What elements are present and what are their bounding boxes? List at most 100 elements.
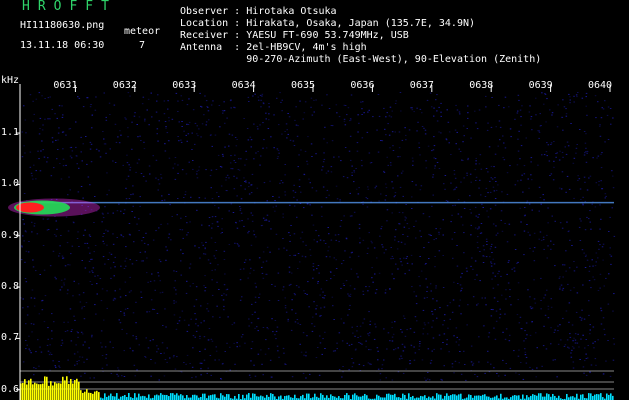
signal-bar (228, 394, 230, 400)
signal-bar (82, 392, 84, 400)
signal-bar (438, 394, 440, 400)
signal-bar (610, 393, 612, 400)
signal-bar (332, 395, 334, 400)
signal-bar (256, 396, 258, 400)
signal-bar (302, 394, 304, 400)
signal-bar (348, 395, 350, 400)
y-tick-label: 1.1 (1, 127, 20, 139)
signal-bar (104, 393, 106, 400)
x-tick-label: 0632 (112, 80, 137, 91)
signal-bar (24, 379, 26, 400)
signal-bar (80, 390, 82, 400)
signal-bar (592, 395, 594, 400)
signal-bar (156, 394, 158, 400)
signal-bar (140, 396, 142, 400)
signal-bar (596, 394, 598, 400)
signal-bar (86, 389, 88, 400)
y-tick-label: 0.8 (1, 281, 20, 293)
signal-bar (598, 394, 600, 400)
signal-bar (92, 393, 94, 400)
signal-bar (580, 394, 582, 400)
signal-bar (134, 393, 136, 400)
signal-bar (160, 393, 162, 400)
signal-bar (280, 395, 282, 400)
signal-bar (54, 382, 56, 400)
signal-bar (516, 395, 518, 400)
signal-bar (144, 396, 146, 400)
signal-bar (58, 383, 60, 400)
signal-bar (606, 393, 608, 400)
signal-bar (588, 393, 590, 400)
signal-bar (412, 395, 414, 400)
carrier-line (20, 201, 614, 204)
signal-bar (344, 394, 346, 400)
signal-bar (274, 396, 276, 400)
x-tick-label: 0636 (350, 80, 375, 91)
signal-bar (484, 394, 486, 400)
signal-bar (554, 395, 556, 400)
y-axis-label: kHz (1, 75, 20, 86)
signal-bar (474, 395, 476, 400)
signal-bar (448, 395, 450, 400)
signal-bar (346, 393, 348, 400)
signal-bar (394, 393, 396, 400)
signal-bar (234, 395, 236, 400)
signal-bar (386, 393, 388, 400)
signal-bar (548, 394, 550, 400)
signal-bar (594, 394, 596, 400)
signal-bar (358, 396, 360, 400)
signal-bar (388, 393, 390, 400)
signal-bar (66, 376, 68, 400)
signal-bar (458, 394, 460, 400)
x-tick-label: 0631 (53, 80, 78, 91)
signal-bar (558, 395, 560, 400)
signal-bar (192, 394, 194, 400)
signal-bar (420, 395, 422, 400)
x-tick-label: 0635 (291, 80, 316, 91)
signal-bar (40, 384, 42, 400)
signal-bar (494, 396, 496, 400)
signal-bar (408, 393, 410, 400)
signal-bar (108, 395, 110, 400)
signal-bar (50, 381, 52, 400)
signal-bar (64, 380, 66, 400)
signal-bar (262, 396, 264, 400)
signal-bar (176, 393, 178, 400)
signal-bar (334, 396, 336, 400)
signal-bar (534, 394, 536, 400)
x-tick-label: 0639 (528, 80, 553, 91)
signal-bar (166, 394, 168, 400)
signal-bar (124, 394, 126, 400)
signal-bar (208, 395, 210, 400)
signal-bar (366, 395, 368, 400)
signal-bar (68, 383, 70, 400)
signal-bar (158, 395, 160, 400)
signal-bar (354, 393, 356, 400)
signal-bar (162, 394, 164, 400)
signal-bar (540, 393, 542, 400)
signal-bar (476, 395, 478, 400)
signal-bar (94, 391, 96, 400)
signal-bar (202, 393, 204, 400)
signal-bar (174, 394, 176, 400)
signal-bar (122, 395, 124, 400)
signal-bar (470, 394, 472, 400)
signal-bar (460, 393, 462, 400)
signal-bar (392, 394, 394, 400)
signal-bar (544, 396, 546, 400)
signal-bar (194, 394, 196, 400)
signal-bar (436, 393, 438, 400)
signal-bar (314, 393, 316, 400)
signal-bar (36, 383, 38, 400)
signal-bar (238, 394, 240, 400)
signal-bar (322, 394, 324, 400)
signal-bar (38, 384, 40, 400)
signal-bar (246, 394, 248, 400)
signal-bar (300, 396, 302, 400)
signal-bar (84, 391, 86, 400)
signal-bar (272, 393, 274, 400)
signal-bar (364, 393, 366, 400)
signal-bar (30, 378, 32, 400)
signal-bar (248, 393, 250, 400)
signal-bar (432, 396, 434, 400)
